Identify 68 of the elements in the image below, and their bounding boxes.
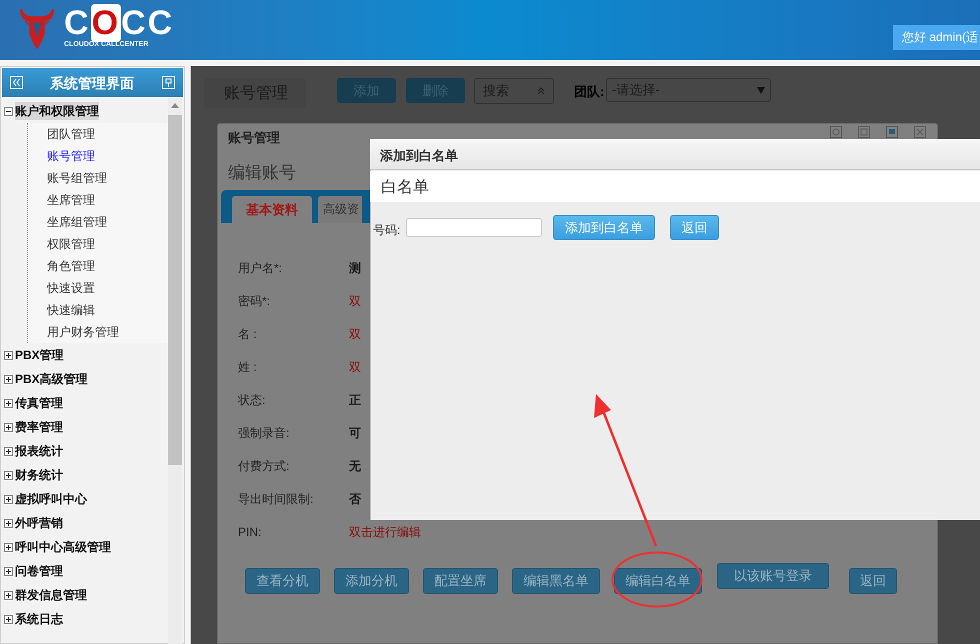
field-label: 名 :	[238, 326, 258, 342]
number-label: 号码:	[373, 222, 400, 239]
field-label: 姓 :	[238, 358, 258, 376]
whitelist-title: 添加到白名单	[380, 147, 458, 165]
scrollbar-thumb[interactable]	[168, 115, 182, 465]
tree-node[interactable]: 传真管理	[15, 394, 63, 412]
tree-node[interactable]: 呼叫中心高级管理	[15, 538, 111, 556]
tree-node[interactable]: 外呼营销	[15, 514, 63, 532]
tree-item[interactable]: 快速编辑	[47, 301, 95, 319]
plus-icon[interactable]	[4, 422, 13, 432]
tree-item[interactable]: 团队管理	[47, 125, 95, 143]
team-label: 团队:	[574, 83, 604, 101]
minus-icon[interactable]	[4, 106, 13, 116]
plus-icon[interactable]	[4, 566, 13, 576]
field-label: 导出时间限制:	[238, 490, 314, 508]
plus-icon[interactable]	[4, 614, 13, 624]
tree-item[interactable]: 账号管理	[47, 147, 95, 165]
tree-node[interactable]: 系统日志	[15, 610, 63, 628]
plus-icon[interactable]	[4, 470, 13, 480]
tree-node[interactable]: 财务统计	[15, 466, 63, 484]
field-label: 用户名*:	[238, 260, 284, 276]
scroll-up-icon[interactable]	[171, 103, 179, 108]
tree-item[interactable]: 权限管理	[47, 235, 95, 253]
plus-icon[interactable]	[4, 446, 13, 456]
sidebar-title: 系统管理界面	[50, 75, 134, 91]
double-caret-icon	[537, 87, 545, 95]
tree-node[interactable]: PBX高级管理	[15, 370, 88, 388]
collapse-icon[interactable]	[10, 76, 23, 89]
tree-item[interactable]: 快速设置	[47, 279, 95, 297]
plus-icon[interactable]	[4, 542, 13, 552]
dialog-title: 账号管理	[228, 129, 280, 147]
number-input[interactable]	[406, 218, 542, 237]
field-value: 否	[349, 490, 361, 508]
scrollbar[interactable]	[168, 98, 182, 644]
field-value: 无	[349, 458, 361, 474]
tree-node[interactable]: 问卷管理	[15, 562, 63, 580]
plus-icon[interactable]	[4, 350, 13, 360]
plus-icon[interactable]	[4, 518, 13, 528]
field-label: 密码*:	[238, 292, 272, 310]
field-label: 付费方式:	[238, 458, 290, 474]
field-value: 正	[349, 392, 361, 408]
field-value: 测	[349, 260, 361, 276]
pin-icon[interactable]	[162, 76, 175, 89]
bull-logo-icon	[18, 6, 56, 48]
tree-node[interactable]: 报表统计	[15, 442, 63, 460]
tree-node[interactable]: PBX管理	[15, 346, 64, 364]
caret-icon	[757, 86, 765, 94]
field-label: 状态:	[238, 392, 266, 408]
field-label: 强制录音:	[238, 424, 290, 442]
dialog-subtitle: 编辑账号	[228, 162, 296, 184]
tree-node[interactable]: 虚拟呼叫中心	[15, 490, 87, 508]
field-value: 可	[349, 424, 361, 442]
tree-item[interactable]: 坐席管理	[47, 191, 95, 209]
plus-icon[interactable]	[4, 398, 13, 408]
tree-node[interactable]: 账户和权限管理	[15, 102, 99, 120]
tree-item[interactable]: 角色管理	[47, 257, 95, 275]
tree-item[interactable]: 坐席组管理	[47, 213, 107, 231]
logo-text: COCC	[64, 6, 174, 40]
plus-icon[interactable]	[4, 374, 13, 384]
whitelist-heading: 白名单	[381, 178, 429, 198]
tree-item[interactable]: 用户财务管理	[47, 323, 119, 341]
tree-node[interactable]: 群发信息管理	[15, 586, 87, 604]
plus-icon[interactable]	[4, 590, 13, 600]
field-label: PIN:	[238, 524, 262, 540]
plus-icon[interactable]	[4, 494, 13, 504]
tree-item[interactable]: 账号组管理	[47, 169, 107, 187]
greeting-text: 您好 admin(适	[893, 25, 980, 50]
tree-node[interactable]: 费率管理	[15, 418, 63, 436]
